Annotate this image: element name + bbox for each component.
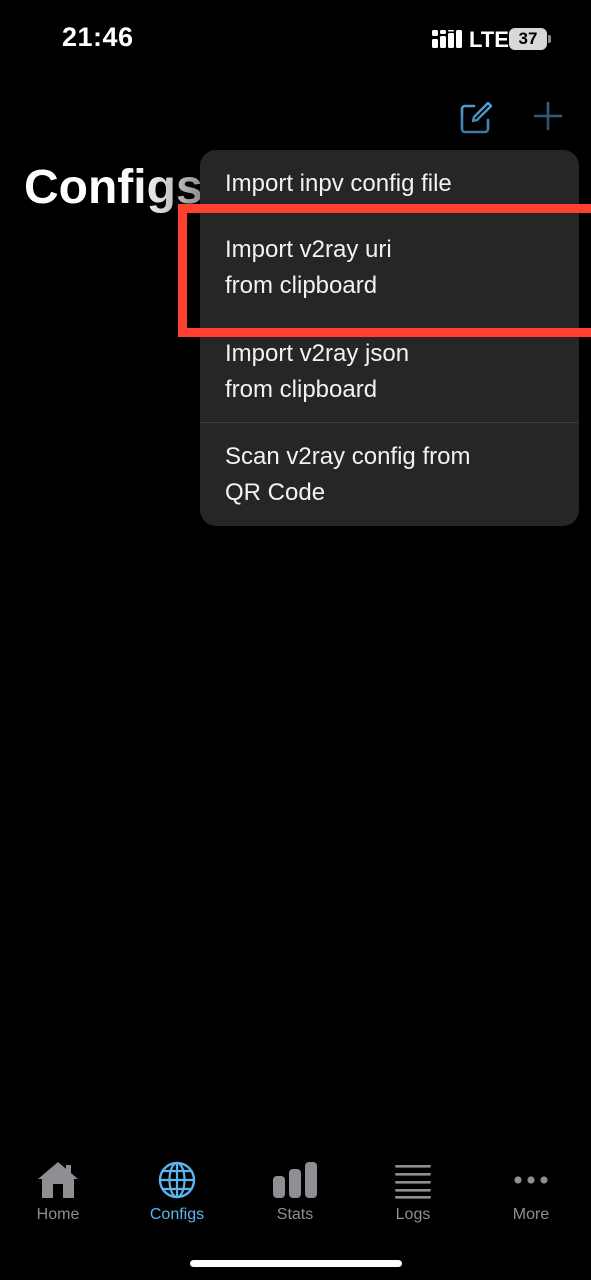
tab-label: More [512, 1206, 550, 1223]
bar-chart-icon [273, 1162, 317, 1198]
battery-indicator: 37 [509, 28, 547, 50]
menu-divider [200, 422, 579, 423]
house-icon [38, 1162, 78, 1198]
menu-item-label-line1: Import v2ray uri [225, 236, 392, 263]
home-indicator[interactable] [190, 1260, 402, 1267]
menu-item-import-v2ray-uri[interactable]: Import v2ray uri from clipboard [200, 232, 579, 304]
menu-item-label-line2: QR Code [225, 479, 326, 506]
tab-label: Configs [149, 1206, 205, 1223]
import-menu: Import inpv config file Import v2ray uri… [200, 150, 579, 526]
menu-item-label-line1: Import v2ray json [225, 340, 410, 367]
status-time: 21:46 [62, 22, 134, 52]
tab-home[interactable]: Home [8, 1160, 108, 1224]
menu-item-scan-qr-code[interactable]: Scan v2ray config from QR Code [200, 439, 579, 511]
globe-icon [158, 1161, 196, 1199]
tab-configs[interactable]: Configs [127, 1160, 227, 1224]
menu-item-label: Import inpv config file [225, 170, 452, 197]
tab-label: Stats [276, 1206, 314, 1223]
signal-bars-icon [432, 30, 462, 48]
tab-stats[interactable]: Stats [245, 1160, 345, 1224]
menu-item-label-line1: Scan v2ray config from [225, 443, 471, 470]
menu-item-label-line2: from clipboard [225, 272, 378, 299]
menu-item-import-v2ray-json[interactable]: Import v2ray json from clipboard [200, 336, 579, 408]
menu-item-import-inpv-file[interactable]: Import inpv config file [200, 166, 579, 202]
screen: 21:46 LTE 37 Configs Import inpv config … [0, 0, 591, 1280]
tab-more[interactable]: More [481, 1160, 581, 1224]
battery-nub [548, 35, 551, 43]
menu-item-label-line2: from clipboard [225, 376, 378, 403]
tab-logs[interactable]: Logs [363, 1160, 463, 1224]
list-lines-icon [395, 1165, 431, 1199]
plus-icon[interactable] [532, 100, 564, 132]
compose-icon[interactable] [458, 100, 494, 136]
tab-label: Logs [395, 1206, 431, 1223]
ellipsis-icon [514, 1176, 548, 1184]
page-title: Configs [24, 161, 203, 214]
tab-label: Home [36, 1206, 80, 1223]
network-type: LTE [469, 27, 509, 52]
